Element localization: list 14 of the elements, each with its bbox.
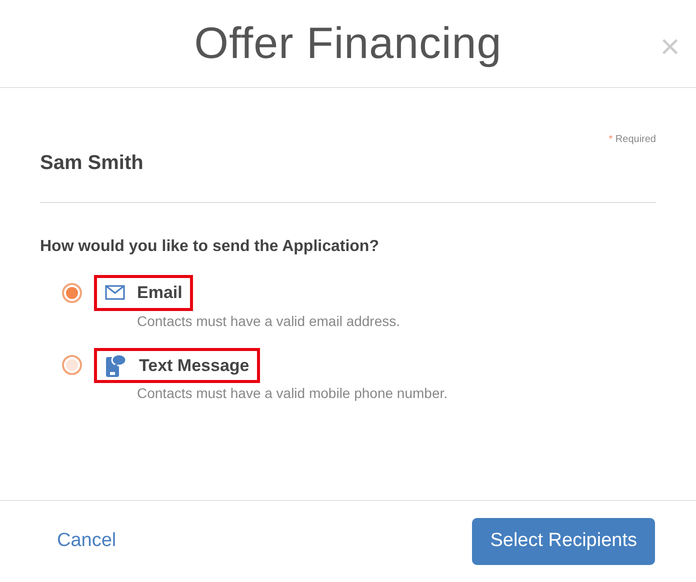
envelope-icon: [105, 285, 125, 300]
option-hint: Contacts must have a valid mobile phone number.: [137, 384, 449, 403]
question-text: How would you like to send the Application?: [40, 237, 380, 257]
recipient-name: Sam Smith: [40, 151, 144, 176]
radio-button[interactable]: [62, 282, 82, 303]
dialog-title: Offer Financing: [194, 22, 502, 66]
option-label: Email: [137, 282, 182, 304]
cancel-link[interactable]: Cancel: [57, 527, 116, 556]
required-note: * Required: [608, 133, 656, 147]
option-hint: Contacts must have a valid email address.: [137, 312, 402, 330]
select-recipients-button[interactable]: Select Recipients: [472, 518, 655, 565]
radio-button[interactable]: [62, 355, 82, 376]
option-label: Text Message: [139, 354, 250, 377]
phone-chat-icon: [105, 352, 127, 378]
